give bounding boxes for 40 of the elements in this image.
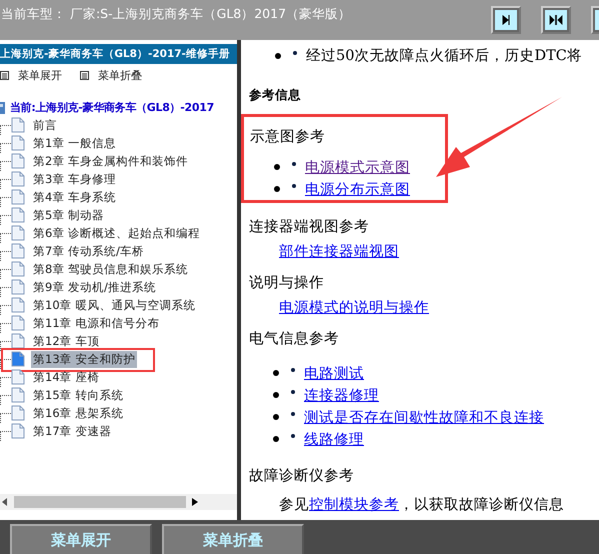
- tree-item[interactable]: 第5章 制动器: [31, 206, 106, 224]
- reference-link[interactable]: 测试是否存在间歇性故障和不良连接: [304, 408, 544, 426]
- menu-action-link[interactable]: 菜单展开: [18, 68, 62, 83]
- reference-link[interactable]: 电源模式示意图: [305, 158, 410, 176]
- tree-item[interactable]: 第17章 变速器: [31, 422, 114, 440]
- reference-link[interactable]: 部件连接器端视图: [279, 244, 399, 260]
- reference-link[interactable]: 控制模块参考: [309, 497, 399, 513]
- tree-item[interactable]: 第12章 车顶: [31, 332, 102, 350]
- menu-action-link[interactable]: 菜单折叠: [98, 68, 142, 83]
- paragraph-text: 经过50次无故障点火循环后，历史DTC将: [306, 46, 582, 65]
- tree-item[interactable]: 第8章 驾驶员信息和娱乐系统: [31, 260, 190, 278]
- tree-item[interactable]: 第3章 车身修理: [31, 170, 118, 188]
- reference-link[interactable]: 电源分布示意图: [305, 180, 410, 198]
- tree-item[interactable]: 第4章 车身系统: [31, 188, 118, 206]
- manual-title: 上海别克-豪华商务车（GL8）-2017-维修手册: [0, 44, 237, 64]
- tree-item[interactable]: 第2章 车身金属构件和装饰件: [31, 152, 190, 170]
- tree-item[interactable]: 第16章 悬架系统: [31, 404, 126, 422]
- section-title: 电气信息参考: [249, 330, 340, 348]
- section-title: 故障诊断仪参考: [249, 466, 355, 485]
- tree-item[interactable]: 第10章 暖风、通风与空调系统: [31, 296, 198, 314]
- tree-item[interactable]: 第9章 发动机/推进系统: [31, 278, 158, 296]
- reference-link[interactable]: 连接器修理: [304, 386, 379, 404]
- tree-item[interactable]: 前言: [31, 116, 59, 134]
- reference-link[interactable]: 线路修理: [304, 430, 364, 448]
- section-title: 连接器端视图参考: [249, 218, 370, 236]
- tree-item[interactable]: 第14章 座椅: [31, 368, 102, 386]
- vehicle-title: 当前车型： 厂家:S-上海别克商务车（GL8）2017（豪华版）: [1, 6, 352, 23]
- tree-item[interactable]: 第13章 安全和防护: [31, 350, 138, 368]
- section-heading: 参考信息: [249, 87, 302, 104]
- section-title: 示意图参考: [250, 128, 326, 146]
- tree-root-label[interactable]: 当前:上海别克-豪华商务车（GL8）-2017: [10, 100, 214, 115]
- reference-sentence: 参见控制模块参考，以获取故障诊断仪信息: [278, 496, 565, 514]
- tree-item[interactable]: 第15章 转向系统: [31, 386, 126, 404]
- tree-item[interactable]: 第6章 诊断概述、起始点和编程: [31, 224, 202, 242]
- tree-item[interactable]: 第7章 传动系统/车桥: [31, 242, 146, 260]
- tree-item[interactable]: 第1章 一般信息: [31, 134, 118, 152]
- reference-link[interactable]: 电路测试: [304, 364, 364, 382]
- tree-item[interactable]: 第11章 电源和信号分布: [31, 314, 162, 332]
- reference-link[interactable]: 电源模式的说明与操作: [279, 300, 429, 316]
- section-title: 说明与操作: [249, 274, 325, 292]
